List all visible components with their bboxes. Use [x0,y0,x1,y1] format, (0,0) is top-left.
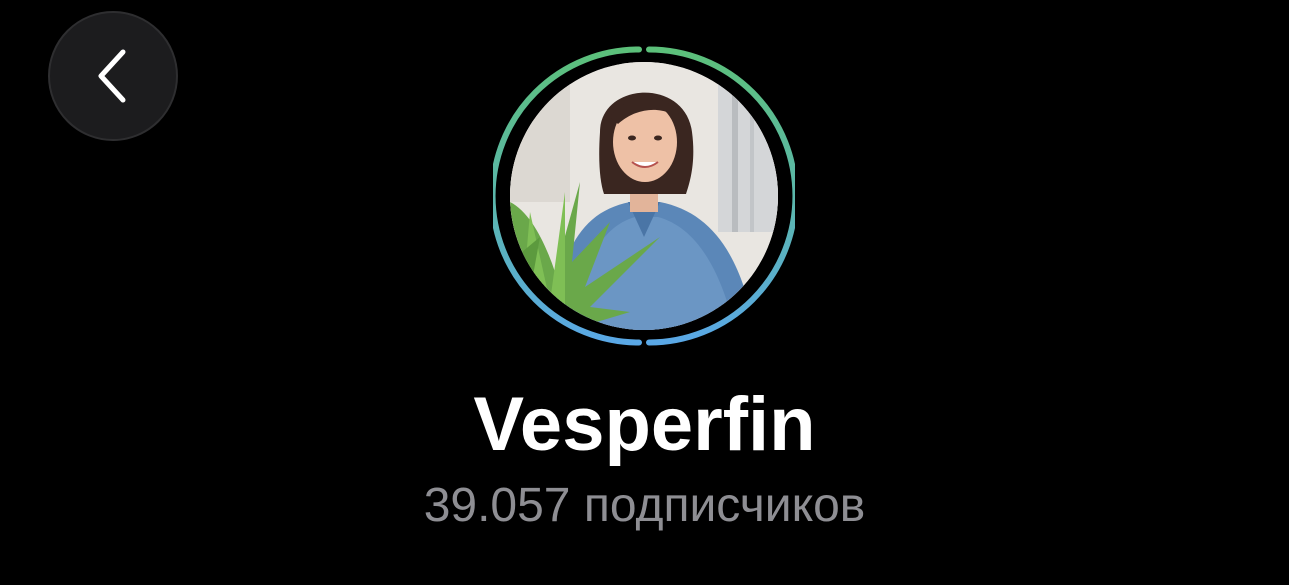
channel-name: Vesperfin [473,382,816,467]
subscriber-count: 39.057 подписчиков [423,479,866,532]
avatar [510,62,778,330]
chevron-left-icon [93,46,133,106]
avatar-with-story-ring[interactable] [493,45,795,347]
back-button[interactable] [48,11,178,141]
channel-profile-header: Vesperfin 39.057 подписчиков [0,0,1289,585]
